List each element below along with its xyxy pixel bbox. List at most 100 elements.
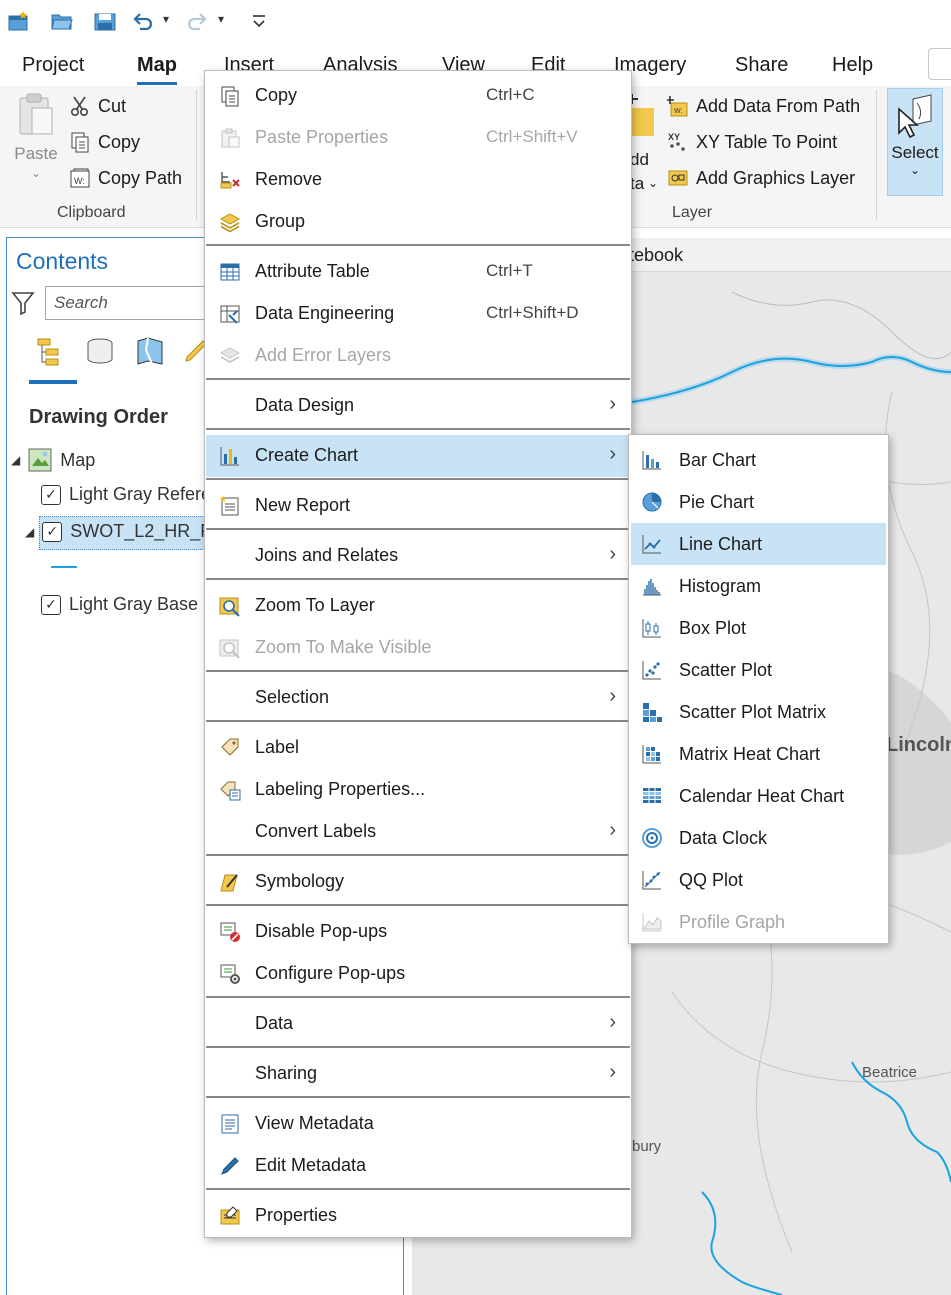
drawing-order-heading: Drawing Order <box>29 406 168 428</box>
list-by-drawing-order-icon[interactable] <box>35 334 69 368</box>
submenu-item-label: Pie Chart <box>679 492 755 512</box>
remove-layer-icon <box>218 168 242 192</box>
tab-help[interactable]: Help <box>832 54 873 77</box>
menu-item-zoom-to-layer[interactable]: Zoom To Layer <box>206 585 630 627</box>
map-tree-node[interactable]: ◢ Map <box>11 448 95 472</box>
list-by-selection-icon[interactable] <box>133 334 167 368</box>
submenu-item-calendar-heat-chart[interactable]: Calendar Heat Chart <box>631 775 886 817</box>
submenu-item-bar-chart[interactable]: Bar Chart <box>631 439 886 481</box>
notebook-tab-label[interactable]: tebook <box>629 245 683 266</box>
submenu-item-scatter-plot-matrix[interactable]: Scatter Plot Matrix <box>631 691 886 733</box>
menu-item-view-metadata[interactable]: View Metadata <box>206 1103 630 1145</box>
submenu-item-line-chart[interactable]: Line Chart <box>631 523 886 565</box>
visibility-checkbox[interactable]: ✓ <box>41 484 61 505</box>
submenu-item-histogram[interactable]: Histogram <box>631 565 886 607</box>
tab-map[interactable]: Map <box>137 54 177 85</box>
copy-path-button[interactable]: W: Copy Path <box>68 166 182 190</box>
menu-item-edit-metadata[interactable]: Edit Metadata <box>206 1145 630 1187</box>
menu-item-joins-and-relates[interactable]: Joins and Relates › <box>206 535 630 577</box>
line-symbol-swatch[interactable] <box>51 566 77 568</box>
copy-label: Copy <box>98 131 141 152</box>
undo-icon[interactable] <box>130 8 156 34</box>
graphics-layer-icon <box>666 166 690 190</box>
menu-item-label[interactable]: Label <box>206 727 630 769</box>
select-dropdown-icon[interactable]: ⌄ <box>888 163 942 177</box>
copy-icon <box>218 84 242 108</box>
copy-button[interactable]: Copy <box>68 130 140 154</box>
open-project-icon[interactable] <box>49 8 75 34</box>
submenu-item-scatter-plot[interactable]: Scatter Plot <box>631 649 886 691</box>
line-chart-icon <box>640 532 664 556</box>
submenu-item-label: QQ Plot <box>679 870 744 890</box>
menu-item-shortcut: Ctrl+Shift+D <box>486 303 579 322</box>
layer-label: SWOT_L2_HR_Riv <box>70 521 227 541</box>
layer-swot-l2-hr-riv[interactable]: ◢ ✓ SWOT_L2_HR_Riv <box>25 521 226 542</box>
menu-item-properties[interactable]: Properties <box>206 1195 630 1237</box>
layer-light-gray-base[interactable]: ✓ Light Gray Base <box>41 594 198 615</box>
menu-item-configure-popups[interactable]: Configure Pop-ups <box>206 953 630 995</box>
tab-project[interactable]: Project <box>22 54 84 77</box>
menu-item-disable-popups[interactable]: Disable Pop-ups <box>206 911 630 953</box>
menu-item-label: Group <box>255 211 306 231</box>
menu-item-label: Attribute Table <box>255 261 370 281</box>
select-button[interactable]: Select ⌄ <box>887 88 943 196</box>
visibility-checkbox[interactable]: ✓ <box>42 521 63 542</box>
submenu-item-label: Profile Graph <box>679 912 786 932</box>
pie-chart-icon <box>640 490 664 514</box>
collapse-caret-icon[interactable]: ◢ <box>11 453 20 467</box>
submenu-item-label: Scatter Plot <box>679 660 773 680</box>
copy-icon <box>68 130 92 154</box>
customize-toolbar-icon[interactable] <box>246 8 272 34</box>
save-project-icon[interactable] <box>92 8 118 34</box>
add-data-dropdown-icon[interactable]: ⌄ <box>648 176 658 190</box>
submenu-item-pie-chart[interactable]: Pie Chart <box>631 481 886 523</box>
submenu-item-qq-plot[interactable]: QQ Plot <box>631 859 886 901</box>
menu-item-data-engineering[interactable]: Data Engineering Ctrl+Shift+D <box>206 293 630 335</box>
paste-button[interactable]: Paste ⌄ <box>8 92 64 192</box>
layer-light-gray-reference[interactable]: ✓ Light Gray Refere <box>41 484 211 505</box>
tab-share[interactable]: Share <box>735 54 788 77</box>
menu-item-selection[interactable]: Selection › <box>206 677 630 719</box>
submenu-item-matrix-heat-chart[interactable]: Matrix Heat Chart <box>631 733 886 775</box>
menu-item-group[interactable]: Group <box>206 201 630 243</box>
profile-graph-icon <box>640 910 664 934</box>
submenu-item-data-clock[interactable]: Data Clock <box>631 817 886 859</box>
filter-icon[interactable] <box>11 290 35 316</box>
matrix-heat-chart-icon <box>640 742 664 766</box>
menu-item-label: Create Chart <box>255 445 359 465</box>
cut-button[interactable]: Cut <box>68 94 126 118</box>
menu-item-data-design[interactable]: Data Design › <box>206 385 630 427</box>
menu-item-sharing[interactable]: Sharing › <box>206 1053 630 1095</box>
submenu-item-box-plot[interactable]: Box Plot <box>631 607 886 649</box>
add-data-from-path-icon: W: <box>666 94 690 118</box>
calendar-heat-chart-icon <box>640 784 664 808</box>
menu-item-label: New Report <box>255 495 351 515</box>
xy-table-to-point-button[interactable]: XY XY Table To Point <box>666 130 837 154</box>
menu-item-zoom-to-make-visible: Zoom To Make Visible <box>206 627 630 669</box>
collapse-caret-icon[interactable]: ◢ <box>25 525 34 539</box>
menu-item-data[interactable]: Data › <box>206 1003 630 1045</box>
menu-item-new-report[interactable]: New Report <box>206 485 630 527</box>
menu-item-convert-labels[interactable]: Convert Labels › <box>206 811 630 853</box>
menu-item-label: Joins and Relates <box>255 545 399 565</box>
undo-dropdown-icon[interactable]: ▾ <box>163 12 169 26</box>
menu-item-create-chart[interactable]: Create Chart › <box>206 435 630 477</box>
menu-item-copy[interactable]: Copy Ctrl+C <box>206 75 630 117</box>
menu-item-attribute-table[interactable]: Attribute Table Ctrl+T <box>206 251 630 293</box>
copy-path-label: Copy Path <box>98 167 183 188</box>
menu-item-symbology[interactable]: Symbology <box>206 861 630 903</box>
menu-item-label: Edit Metadata <box>255 1155 367 1175</box>
add-data-button[interactable]: dd ta ⌄ <box>628 92 664 202</box>
list-by-source-icon[interactable] <box>83 334 117 368</box>
new-project-icon[interactable] <box>6 8 32 34</box>
paste-dropdown-icon[interactable]: ⌄ <box>8 166 64 180</box>
create-chart-submenu: Bar Chart Pie Chart Line Chart Histogram… <box>628 434 889 944</box>
command-search-input[interactable] <box>928 48 951 80</box>
visibility-checkbox[interactable]: ✓ <box>41 594 61 615</box>
add-graphics-layer-button[interactable]: Add Graphics Layer <box>666 166 855 190</box>
menu-item-labeling-properties[interactable]: Labeling Properties... <box>206 769 630 811</box>
add-data-from-path-button[interactable]: W: Add Data From Path <box>666 94 860 118</box>
chevron-right-icon: › <box>609 685 616 707</box>
scatter-plot-matrix-icon <box>640 700 664 724</box>
menu-item-remove[interactable]: Remove <box>206 159 630 201</box>
